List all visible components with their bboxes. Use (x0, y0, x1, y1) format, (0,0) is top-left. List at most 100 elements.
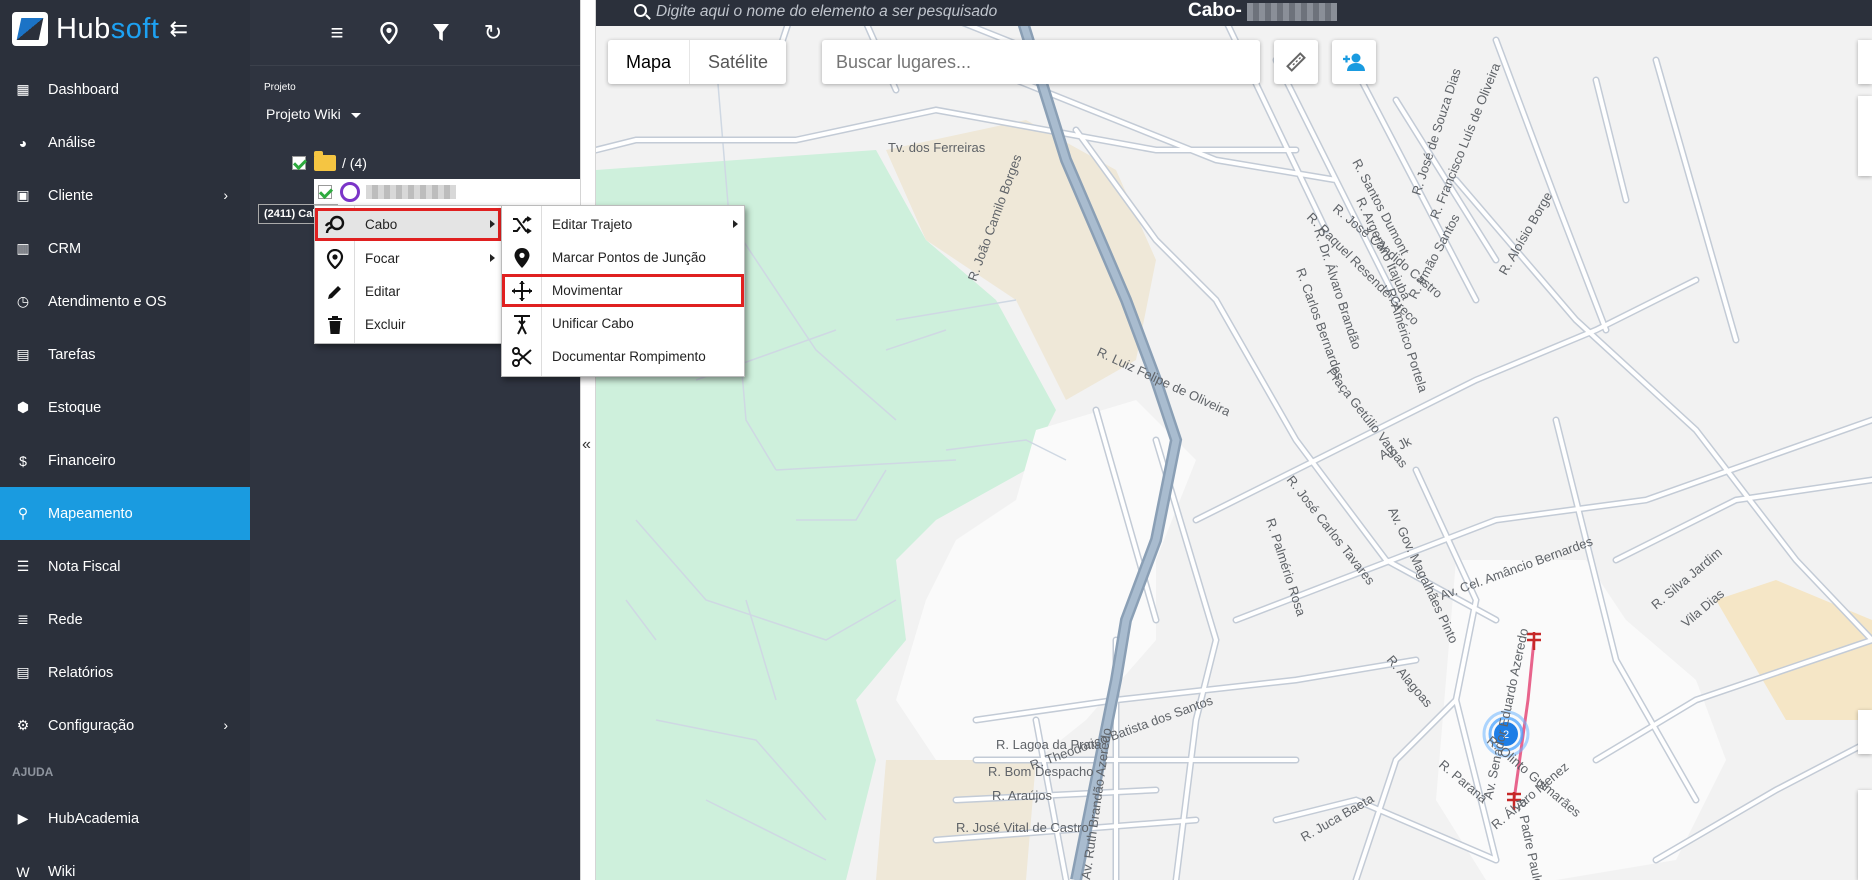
help-section-header: AJUDA (12, 765, 54, 779)
panel-splitter[interactable]: « (580, 0, 596, 880)
sidebar-item-tarefas[interactable]: ▤ Tarefas (0, 328, 250, 381)
gear-icon: ⚙ (16, 717, 30, 733)
cable-context-menu: Cabo Focar Editar Excluir (314, 205, 502, 344)
places-search-input[interactable] (822, 40, 1260, 84)
app-logo[interactable]: Hubsoft ⇇ (0, 0, 250, 58)
sidebar-item-mapeamento[interactable]: ⚲ Mapeamento (0, 487, 250, 540)
filter-icon[interactable] (429, 21, 453, 45)
id-card-icon: ▣ (16, 187, 30, 203)
briefcase-icon: ▤ (16, 346, 30, 362)
chevron-right-icon: › (223, 187, 228, 203)
youtube-icon: ▶ (17, 810, 29, 826)
menu-item-cabo[interactable]: Cabo (315, 208, 501, 241)
redacted-cable-name (366, 185, 456, 199)
menu-item-editar[interactable]: Editar (315, 275, 501, 308)
sidebar-item-cliente[interactable]: ▣ Cliente › (0, 169, 250, 222)
map-background: 2 Tv. dos Ferreiras R. João Camilo Borge… (596, 0, 1872, 880)
svg-text:R. José Vital de Castro: R. José Vital de Castro (956, 820, 1089, 835)
map-canvas[interactable]: 2 Tv. dos Ferreiras R. João Camilo Borge… (596, 0, 1872, 880)
element-search-input[interactable]: Digite aqui o nome do elemento a ser pes… (656, 3, 997, 21)
sidebar-item-configuracao[interactable]: ⚙ Configuração › (0, 699, 250, 752)
move-icon (502, 280, 542, 302)
double-chevron-left-icon[interactable]: « (582, 436, 591, 454)
hubsoft-logo-icon (12, 12, 48, 46)
map-marker-icon[interactable] (377, 21, 401, 45)
sidebar-item-nota-fiscal[interactable]: ☰ Nota Fiscal (0, 540, 250, 593)
box-icon: ⬢ (16, 399, 30, 415)
sidebar-item-dashboard[interactable]: ▦ Dashboard (0, 63, 250, 116)
map-top-bar: Digite aqui o nome do elemento a ser pes… (596, 0, 1872, 26)
tree-root-folder[interactable]: / (4) (292, 151, 367, 171)
menu-item-editar-trajeto[interactable]: Editar Trajeto (502, 208, 744, 241)
kanban-icon: ▥ (16, 240, 30, 256)
menu-item-movimentar[interactable]: Movimentar (502, 274, 744, 307)
menu-item-focar[interactable]: Focar (315, 242, 501, 275)
submenu-arrow-icon (490, 254, 495, 262)
map-type-satelite[interactable]: Satélite (690, 40, 786, 84)
menu-item-documentar-rompimento[interactable]: Documentar Rompimento (502, 340, 744, 373)
sidebar-item-hubacademia[interactable]: ▶ HubAcademia (0, 792, 250, 845)
trash-icon (315, 315, 355, 334)
svg-text:R. Bom Despacho: R. Bom Despacho (988, 764, 1094, 779)
tree-checkbox[interactable] (292, 156, 306, 170)
fullscreen-button[interactable] (1858, 40, 1872, 84)
svg-text:Vila Dias: Vila Dias (1678, 586, 1727, 631)
measure-button[interactable] (1274, 40, 1318, 84)
sidebar-item-relatorios[interactable]: ▤ Relatórios (0, 646, 250, 699)
sidebar-item-estoque[interactable]: ⬢ Estoque (0, 381, 250, 434)
money-icon: $ (19, 452, 27, 469)
submenu-arrow-icon (733, 220, 738, 228)
cable-icon (315, 214, 355, 236)
server-icon: ≣ (17, 611, 29, 627)
pie-chart-icon: ◕ (18, 134, 28, 151)
submenu-arrow-icon (490, 220, 495, 228)
sidebar-item-wiki[interactable]: W Wiki (0, 845, 250, 880)
scissors-icon (502, 346, 542, 367)
folder-icon (314, 151, 336, 171)
report-icon: ▤ (16, 664, 30, 680)
project-tree-panel: ≡ ↻ Projeto Projeto Wiki / (4) (250, 0, 580, 880)
zoom-control[interactable] (1858, 790, 1872, 880)
chevron-right-icon: › (223, 717, 228, 733)
tree-checkbox[interactable] (318, 185, 332, 199)
tree-root-label: / (4) (342, 155, 367, 171)
merge-icon (502, 313, 542, 335)
pencil-icon (315, 283, 355, 301)
invoice-icon: ☰ (16, 558, 30, 574)
sidebar-item-crm[interactable]: ▥ CRM (0, 222, 250, 275)
tree-node-cable[interactable] (314, 179, 580, 205)
selected-element-title: Cabo- (1188, 0, 1242, 21)
menu-item-marcar-pontos[interactable]: Marcar Pontos de Junção (502, 241, 744, 274)
add-user-icon (1343, 53, 1365, 71)
map-layers-control[interactable] (1858, 96, 1872, 176)
shuffle-icon (502, 215, 542, 234)
menu-item-unificar-cabo[interactable]: Unificar Cabo (502, 307, 744, 340)
refresh-icon[interactable]: ↻ (481, 20, 505, 45)
map-type-control: Mapa Satélite (608, 40, 787, 84)
search-icon[interactable] (634, 4, 647, 17)
caret-down-icon (350, 112, 361, 118)
target-icon (315, 248, 355, 269)
cable-icon (340, 182, 360, 202)
redacted-title (1247, 3, 1337, 21)
sidebar-item-financeiro[interactable]: $ Financeiro (0, 434, 250, 487)
calendar-clock-icon: ◷ (16, 293, 30, 309)
sidebar-item-analise[interactable]: ◕ Análise (0, 116, 250, 169)
add-client-button[interactable] (1332, 40, 1376, 84)
sidebar-item-atendimento[interactable]: ◷ Atendimento e OS (0, 275, 250, 328)
cable-submenu: Editar Trajeto Marcar Pontos de Junção M… (501, 205, 745, 377)
svg-text:R. Araújos: R. Araújos (992, 788, 1052, 803)
menu-icon[interactable]: ≡ (325, 20, 349, 45)
sidebar-nav: ▦ Dashboard ◕ Análise ▣ Cliente › ▥ CRM ◷ Ate… (0, 63, 250, 880)
svg-text:R. Juca Baeta: R. Juca Baeta (1298, 790, 1377, 844)
collapse-left-icon[interactable]: ⇇ (169, 16, 187, 42)
svg-text:Tv. dos Ferreiras: Tv. dos Ferreiras (888, 140, 986, 155)
sidebar-item-rede[interactable]: ≣ Rede (0, 593, 250, 646)
project-label: Projeto (264, 82, 296, 93)
svg-text:R. Lagoa da Prata: R. Lagoa da Prata (996, 737, 1102, 752)
main-sidebar: Hubsoft ⇇ ▦ Dashboard ◕ Análise ▣ Cliente ›… (0, 0, 250, 880)
street-view-pegman[interactable] (1858, 710, 1872, 754)
map-type-mapa[interactable]: Mapa (608, 40, 691, 84)
menu-item-excluir[interactable]: Excluir (315, 308, 501, 341)
project-select[interactable]: Projeto Wiki (266, 106, 361, 122)
